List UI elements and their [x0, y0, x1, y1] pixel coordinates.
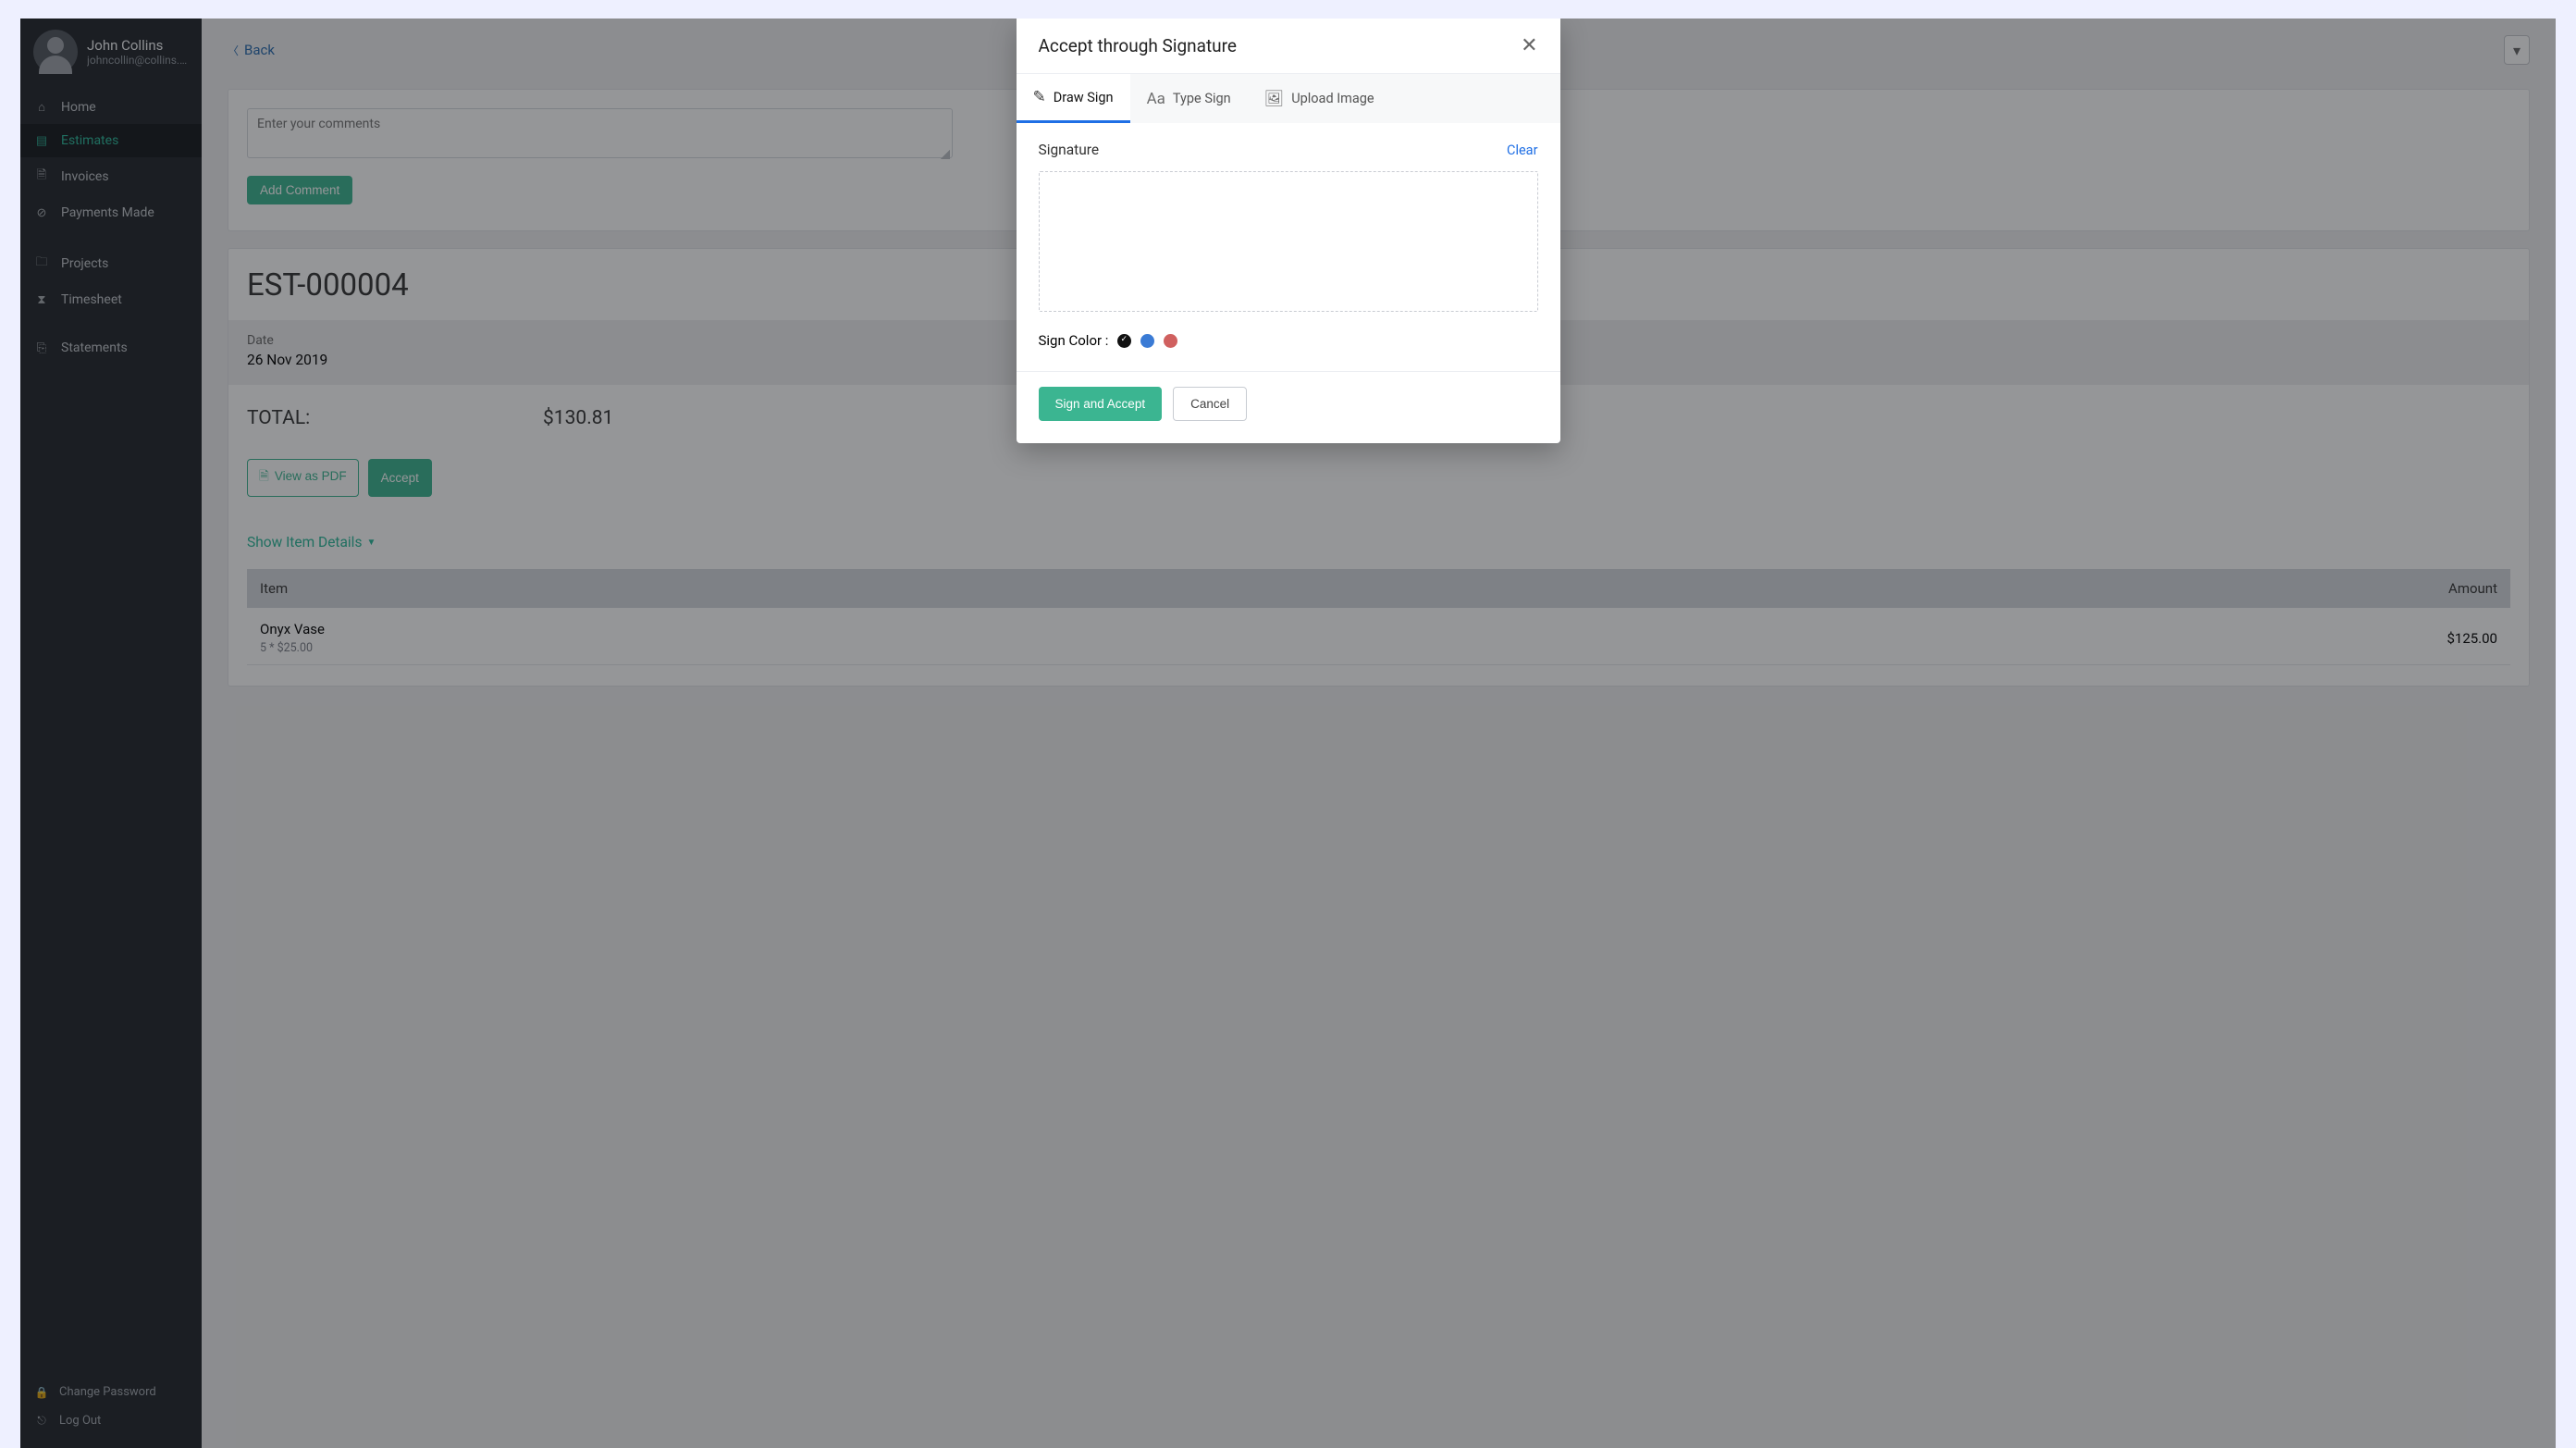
color-black[interactable] — [1117, 334, 1131, 348]
close-button[interactable]: ✕ — [1521, 36, 1537, 56]
tab-draw-sign[interactable]: ✎ Draw Sign — [1017, 74, 1130, 123]
color-blue[interactable] — [1140, 334, 1154, 348]
signature-label: Signature — [1039, 142, 1100, 158]
text-icon: Aa — [1147, 90, 1165, 108]
close-icon: ✕ — [1521, 34, 1537, 57]
tab-draw-sign-label: Draw Sign — [1054, 90, 1114, 105]
tab-upload-image[interactable]: 🖼 Upload Image — [1248, 74, 1391, 123]
modal-overlay: Accept through Signature ✕ ✎ Draw Sign A… — [20, 19, 2556, 1448]
sign-color-label: Sign Color : — [1039, 332, 1109, 349]
modal-title: Accept through Signature — [1039, 35, 1237, 56]
image-icon: 🖼 — [1264, 90, 1285, 108]
color-red[interactable] — [1164, 334, 1177, 348]
pen-icon: ✎ — [1033, 88, 1046, 106]
sign-and-accept-button[interactable]: Sign and Accept — [1039, 387, 1163, 421]
clear-signature[interactable]: Clear — [1507, 142, 1537, 158]
signature-pad[interactable] — [1039, 171, 1538, 312]
cancel-button[interactable]: Cancel — [1173, 387, 1247, 421]
signature-modal: Accept through Signature ✕ ✎ Draw Sign A… — [1017, 19, 1560, 443]
tab-type-sign-label: Type Sign — [1173, 91, 1231, 106]
tab-upload-image-label: Upload Image — [1291, 91, 1374, 106]
tab-type-sign[interactable]: Aa Type Sign — [1130, 74, 1248, 123]
